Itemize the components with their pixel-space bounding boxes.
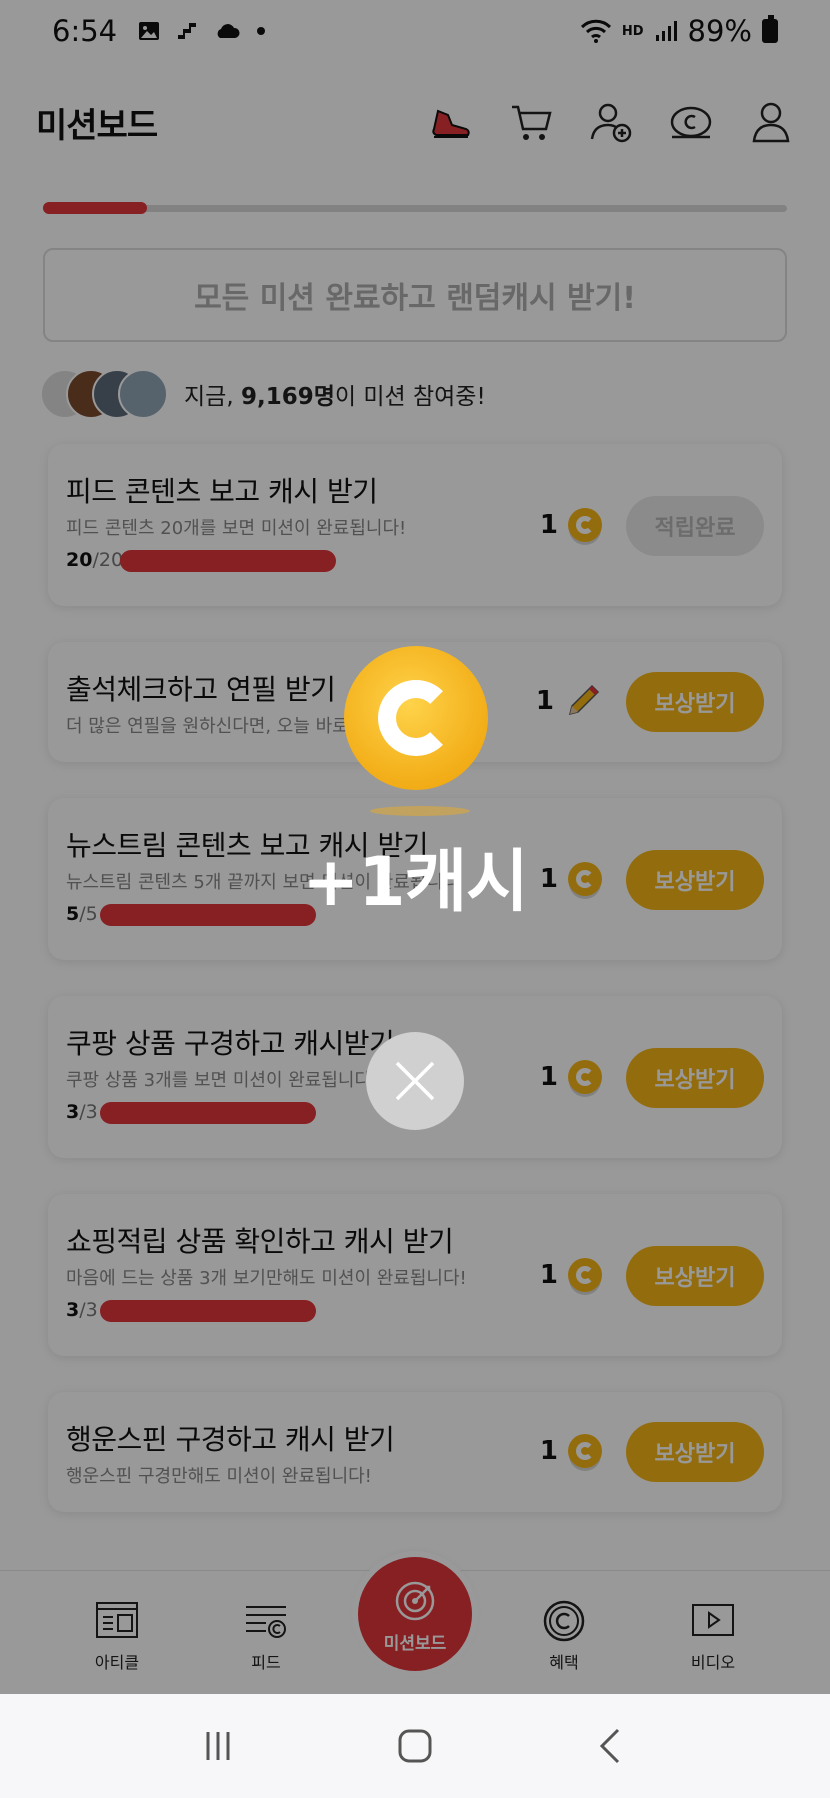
- close-icon: [395, 1061, 435, 1101]
- reward-popup-text: +1캐시: [302, 843, 528, 922]
- recent-apps-icon[interactable]: [198, 1726, 238, 1766]
- home-icon[interactable]: [395, 1726, 435, 1766]
- coin-shadow: [370, 806, 470, 816]
- system-navigation-bar: [0, 1694, 830, 1798]
- close-popup-button[interactable]: [366, 1032, 464, 1130]
- back-icon[interactable]: [592, 1726, 632, 1766]
- cash-coin-icon: [344, 646, 488, 790]
